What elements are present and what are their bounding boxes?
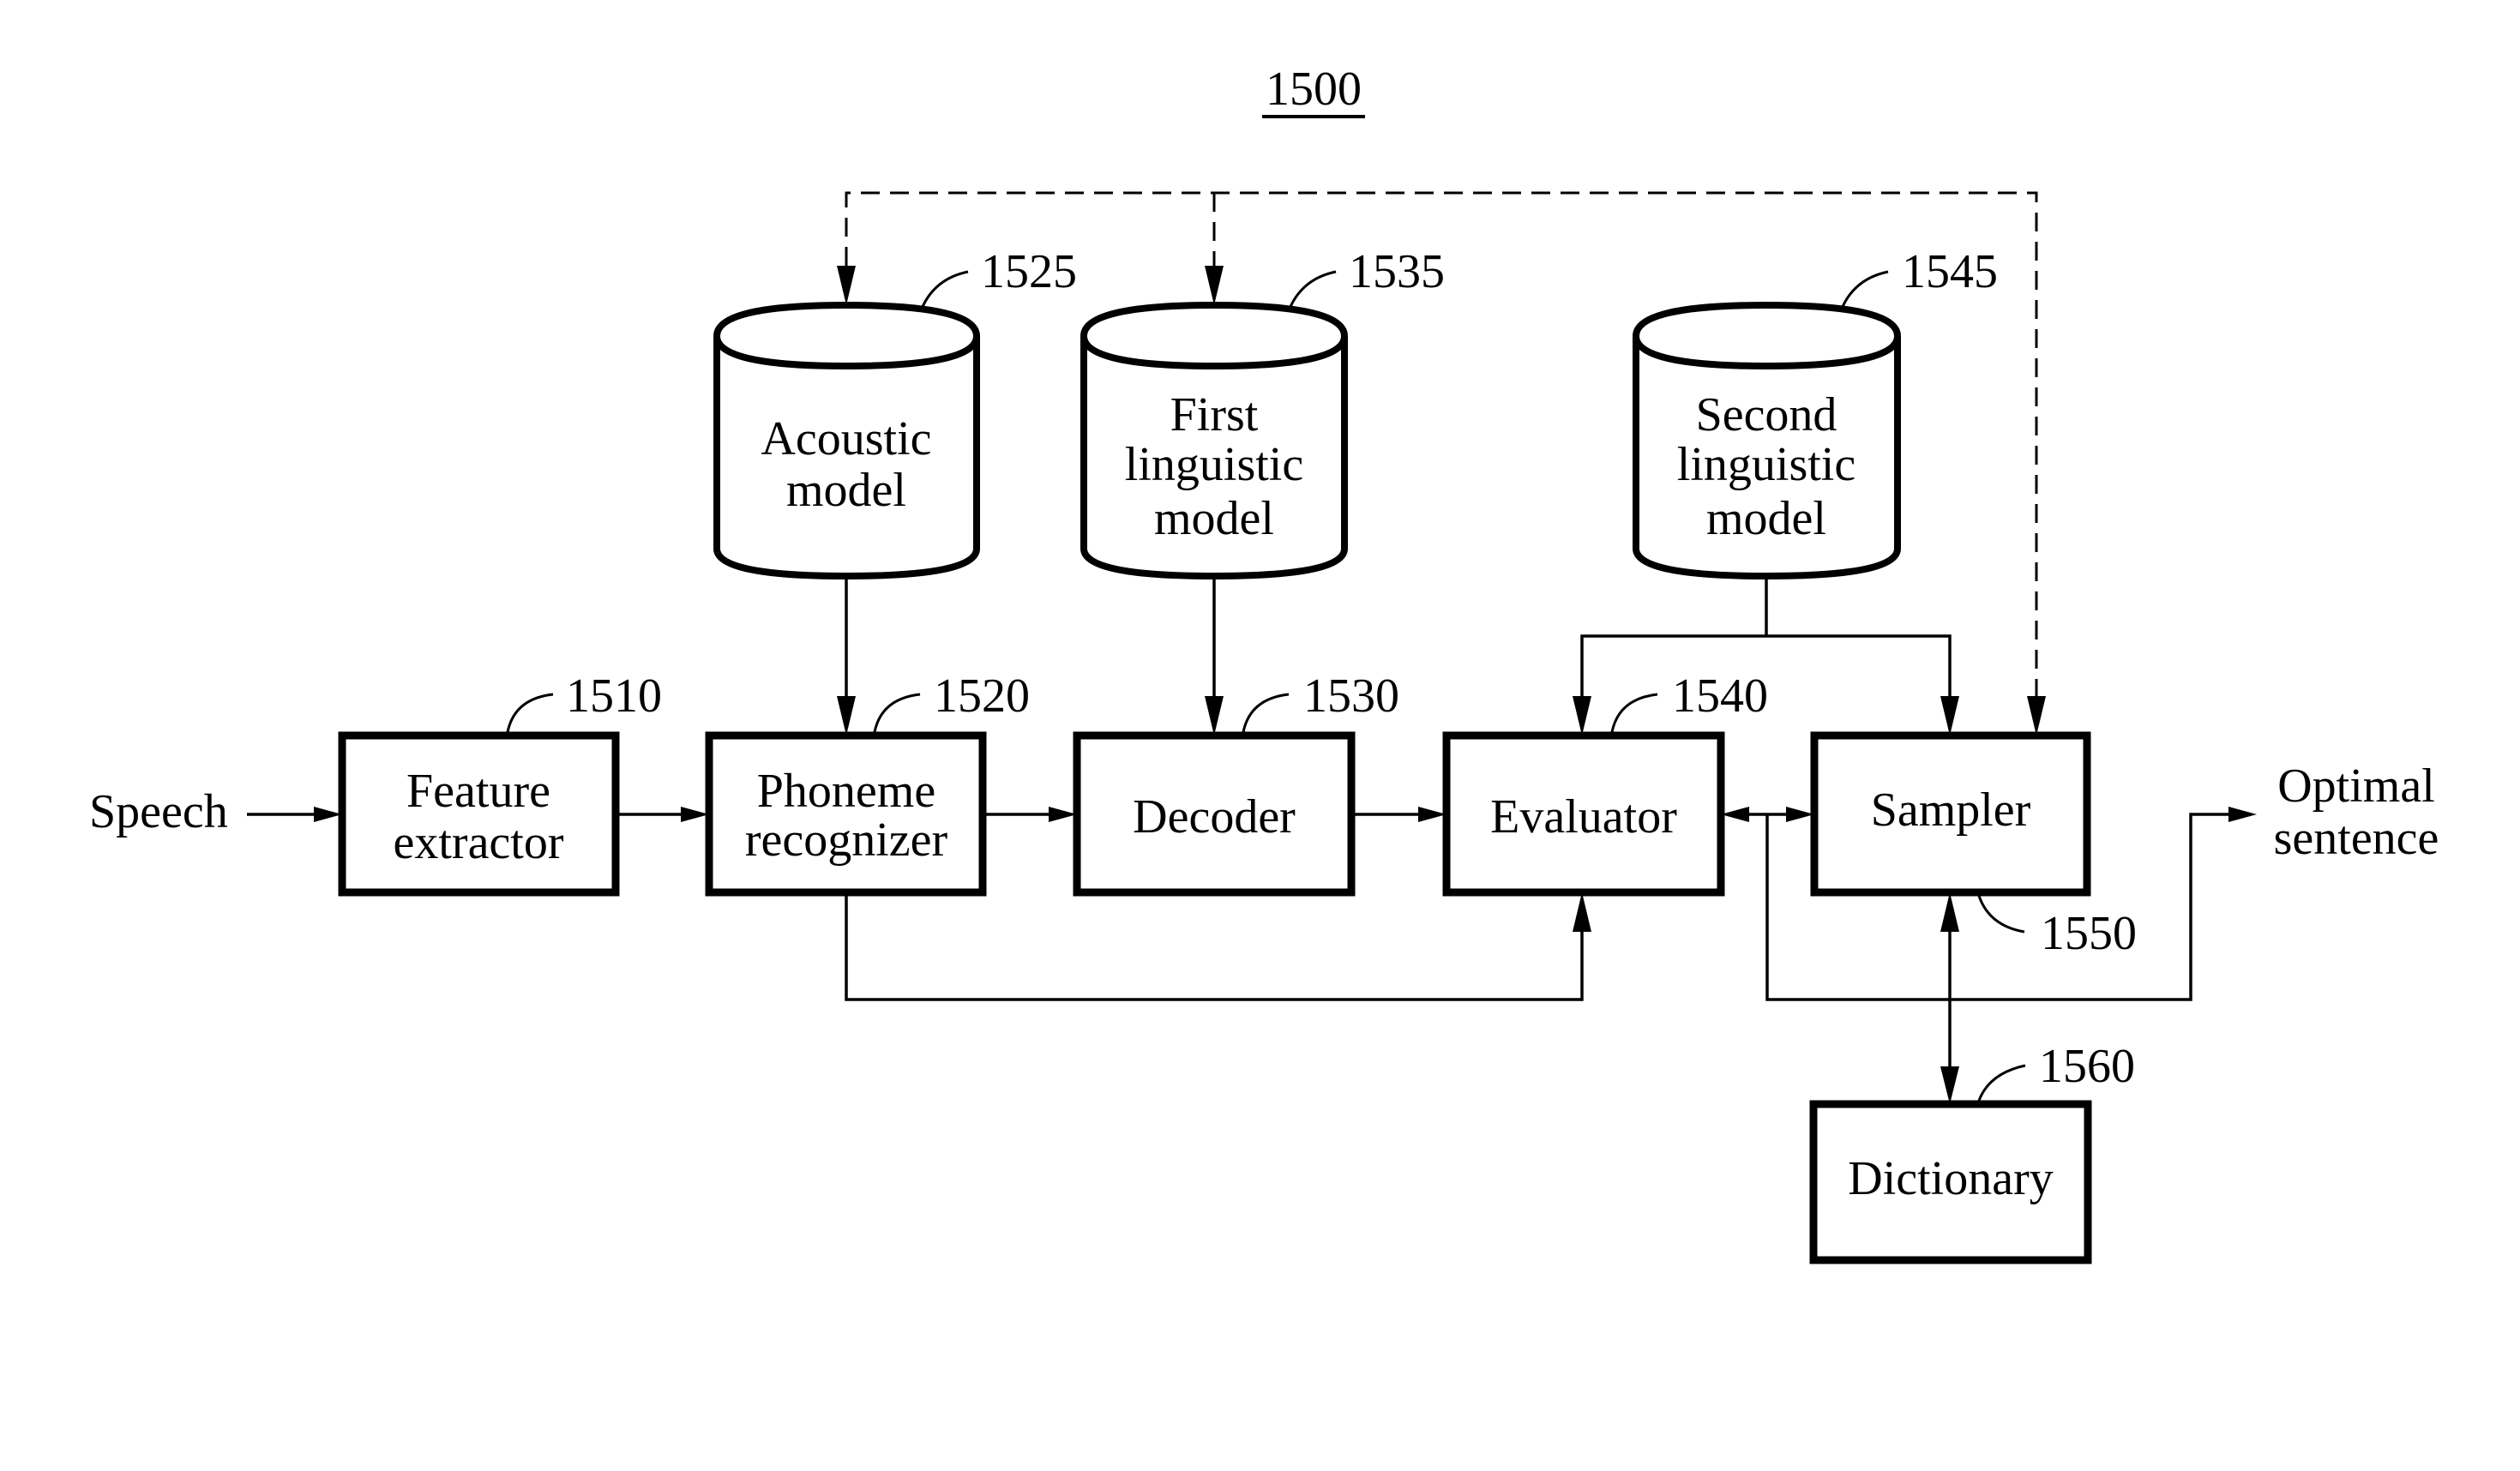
block-feature-extractor: Feature extractor	[338, 731, 620, 897]
block-decoder: Decoder	[1073, 731, 1356, 897]
connector-first-lm-to-decoder	[1205, 579, 1224, 736]
evaluator-label: Evaluator	[1490, 790, 1677, 844]
first-lm-label-line2: linguistic	[1125, 438, 1303, 491]
second-lm-label-line2: linguistic	[1677, 438, 1855, 491]
feature-extractor-label-line2: extractor	[394, 816, 564, 869]
sampler-label: Sampler	[1871, 784, 2031, 837]
second-lm-label-line3: model	[1706, 492, 1826, 545]
connector-phoneme-to-decoder	[983, 807, 1077, 822]
second-lm-label-line1: Second	[1696, 388, 1837, 441]
diagram-canvas: 1500 Acoustic model 1525 First linguisti…	[89, 63, 2439, 1264]
leader-1510	[506, 693, 554, 733]
connector-speech-to-feature	[247, 807, 342, 822]
output-label-line1: Optimal	[2277, 760, 2435, 813]
ref-1535: 1535	[1349, 245, 1445, 298]
leader-1540	[1610, 693, 1658, 733]
leader-1550	[1977, 895, 2025, 934]
ref-1540: 1540	[1672, 669, 1768, 723]
connector-acoustic-to-phoneme	[837, 579, 856, 736]
acoustic-model-label-line1: Acoustic	[761, 412, 931, 465]
block-sampler: Sampler	[1810, 731, 2091, 897]
arrowhead-sampler-dashed	[2027, 696, 2046, 736]
leader-1535	[1288, 270, 1337, 309]
ref-1530: 1530	[1303, 669, 1399, 723]
ref-1550: 1550	[2041, 907, 2137, 960]
output-label-line2: sentence	[2274, 812, 2439, 865]
leader-1530	[1242, 693, 1290, 733]
ref-1525: 1525	[981, 245, 1077, 298]
connector-decoder-to-evaluator	[1351, 807, 1446, 822]
leader-1560	[1977, 1064, 2026, 1102]
input-speech-label: Speech	[89, 785, 228, 838]
acoustic-model-label-line2: model	[786, 464, 906, 517]
phoneme-recognizer-label-line2: recognizer	[745, 814, 948, 867]
ref-1510: 1510	[566, 669, 662, 723]
block-dictionary: Dictionary	[1809, 1100, 2092, 1264]
block-phoneme-recognizer: Phoneme recognizer	[705, 731, 987, 897]
database-second-linguistic-model: Second linguistic model	[1633, 301, 1901, 580]
leader-1545	[1840, 270, 1889, 309]
block-evaluator: Evaluator	[1442, 731, 1725, 897]
dictionary-label: Dictionary	[1848, 1152, 2053, 1205]
leader-1520	[873, 693, 921, 733]
figure-number: 1500	[1266, 63, 1362, 116]
feature-extractor-label-line1: Feature	[406, 765, 550, 818]
connector-phoneme-to-evaluator	[845, 892, 1591, 1001]
first-lm-label-line1: First	[1170, 388, 1259, 441]
database-acoustic-model: Acoustic model	[713, 301, 980, 580]
first-lm-label-line3: model	[1154, 492, 1274, 545]
connector-feature-to-phoneme	[616, 807, 709, 822]
arrowhead-first-linguistic-model	[1205, 266, 1224, 305]
phoneme-recognizer-label-line1: Phoneme	[757, 765, 935, 818]
leader-1525	[920, 270, 969, 309]
decoder-label: Decoder	[1133, 790, 1296, 844]
arrowhead-acoustic-model	[837, 266, 856, 305]
database-first-linguistic-model: First linguistic model	[1080, 301, 1348, 580]
ref-1520: 1520	[934, 669, 1030, 723]
ref-1560: 1560	[2039, 1040, 2135, 1093]
ref-1545: 1545	[1902, 245, 1998, 298]
